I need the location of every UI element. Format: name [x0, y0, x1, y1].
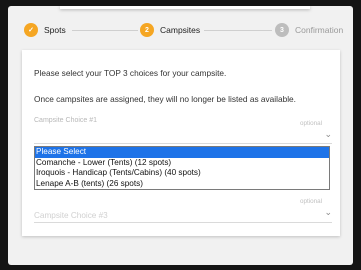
- dropdown-option-iroquois[interactable]: Iroquois - Handicap (Tents/Cabins) (40 s…: [35, 168, 329, 179]
- instruction-text: Please select your TOP 3 choices for you…: [34, 68, 227, 78]
- step-campsites[interactable]: 2 Campsites: [140, 20, 200, 40]
- step-number-icon: 2: [140, 23, 154, 37]
- dropdown-option-please-select[interactable]: Please Select: [35, 147, 329, 158]
- step-spots[interactable]: ✓ Spots: [24, 20, 66, 40]
- top-strip: [60, 6, 310, 9]
- stepper: ✓ Spots 2 Campsites 3 Confirmation: [8, 20, 353, 40]
- app-frame: ✓ Spots 2 Campsites 3 Confirmation Pleas…: [8, 6, 353, 265]
- field-underline-3: [34, 222, 332, 223]
- field-underline-1: [34, 143, 332, 144]
- campsite-choice-3-select[interactable]: Campsite Choice #3: [34, 211, 108, 220]
- chevron-down-icon[interactable]: ⌄: [324, 207, 332, 218]
- optional-label-3: optional: [299, 198, 322, 205]
- campsite-choice-1-label: Campsite Choice #1: [34, 117, 98, 124]
- dropdown-option-lenape[interactable]: Lenape A-B (tents) (26 spots): [35, 179, 329, 190]
- step-number-icon: 3: [275, 23, 289, 37]
- step-connector-1: [72, 30, 138, 31]
- campsite-choice-1-dropdown[interactable]: Please Select Comanche - Lower (Tents) (…: [34, 146, 330, 190]
- step-label-campsites: Campsites: [160, 25, 201, 35]
- step-connector-2: [204, 30, 272, 31]
- step-label-spots: Spots: [44, 25, 66, 35]
- chevron-down-icon[interactable]: ⌄: [324, 129, 332, 140]
- step-label-confirmation: Confirmation: [295, 25, 344, 35]
- campsite-card: Please select your TOP 3 choices for you…: [22, 50, 340, 236]
- check-icon: ✓: [24, 23, 38, 37]
- optional-label-1: optional: [299, 120, 322, 127]
- dropdown-option-comanche[interactable]: Comanche - Lower (Tents) (12 spots): [35, 158, 329, 169]
- step-confirmation[interactable]: 3 Confirmation: [275, 20, 343, 40]
- notice-text: Once campsites are assigned, they will n…: [34, 94, 296, 104]
